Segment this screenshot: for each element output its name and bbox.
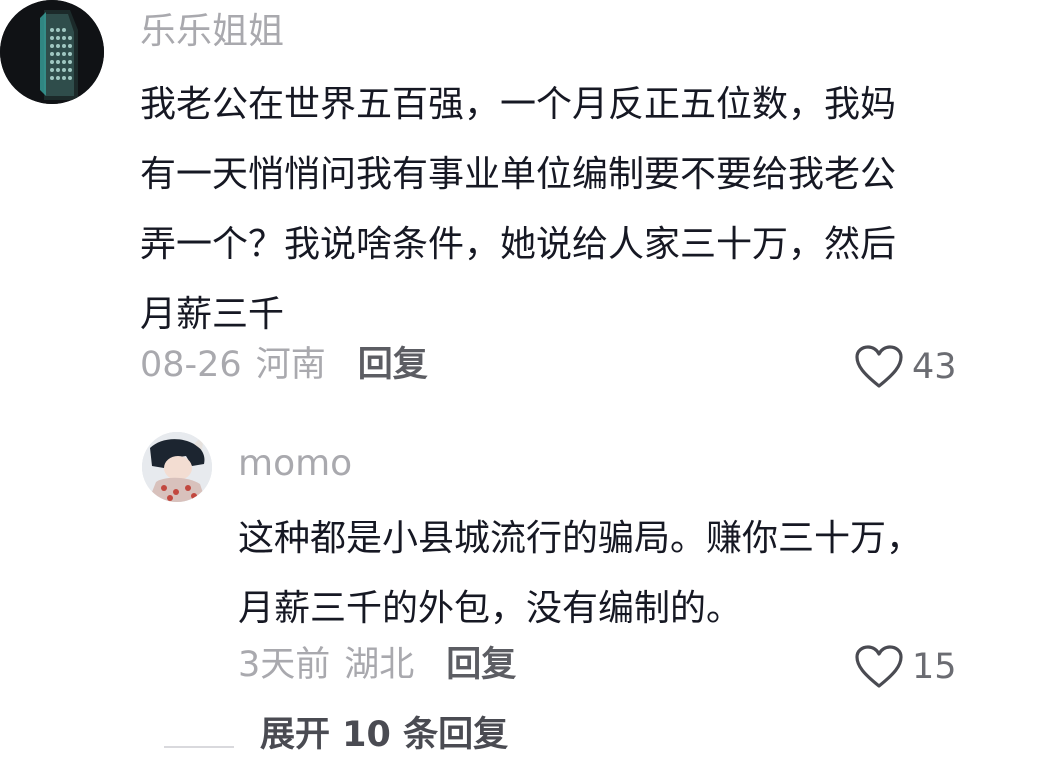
heart-outline-icon: [855, 645, 903, 688]
comment-text-line: 月薪三千: [140, 294, 285, 335]
expand-replies-label: 展开 10 条回复: [260, 715, 509, 755]
reply-region: 湖北: [344, 645, 415, 685]
avatar-image: [142, 432, 212, 502]
comment-text-line: 有一天悄悄问我有事业单位编制要不要给我老公: [140, 154, 897, 195]
comment-text-line: 弄一个？我说啥条件，她说给人家三十万，然后: [140, 224, 897, 265]
comment-username[interactable]: 乐乐姐姐: [140, 14, 284, 50]
heart-outline-icon: [855, 345, 903, 388]
comment-text-line: 我老公在世界五百强，一个月反正五位数，我妈: [140, 84, 897, 125]
reply-username[interactable]: momo: [238, 446, 352, 482]
like-button[interactable]: 43: [854, 344, 957, 390]
expand-replies-button[interactable]: 展开 10 条回复: [164, 718, 508, 753]
reply-meta: 3天前 湖北 回复: [238, 648, 516, 683]
reply-text: 这种都是小县城流行的骗局。赚你三十万， 月薪三千的外包，没有编制的。: [238, 504, 922, 644]
reply-date: 3天前: [238, 645, 331, 685]
reply-text-line: 这种都是小县城流行的骗局。赚你三十万，: [238, 518, 923, 559]
avatar-image: [0, 0, 104, 104]
like-count: 43: [912, 346, 957, 387]
avatar[interactable]: [0, 0, 104, 104]
expand-divider: [164, 745, 234, 748]
comment-date: 08-26: [140, 345, 242, 385]
reply-button[interactable]: 回复: [446, 645, 516, 685]
reply-button[interactable]: 回复: [358, 345, 428, 385]
like-count: 15: [912, 646, 957, 687]
avatar[interactable]: [142, 432, 212, 502]
comment-meta: 08-26 河南 回复: [140, 348, 428, 383]
reply-text-line: 月薪三千的外包，没有编制的。: [238, 588, 743, 629]
like-button[interactable]: 15: [854, 644, 957, 690]
comment-region: 河南: [255, 345, 326, 385]
comment-text: 我老公在世界五百强，一个月反正五位数，我妈 有一天悄悄问我有事业单位编制要不要给…: [140, 70, 896, 350]
